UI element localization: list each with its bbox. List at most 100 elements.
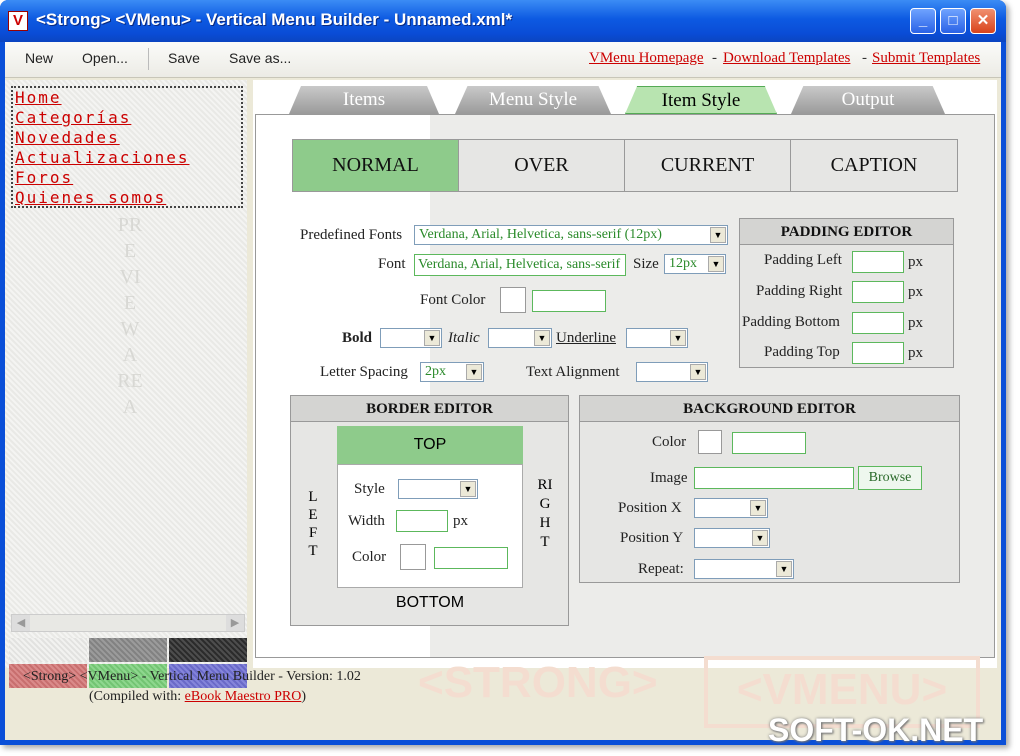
border-color-label: Color (352, 549, 387, 565)
preview-menu-item[interactable]: Foros (13, 168, 241, 188)
chevron-down-icon: ▼ (708, 256, 724, 272)
preview-menu-item[interactable]: Novedades (13, 128, 241, 148)
italic-label: Italic (448, 330, 480, 346)
client-area: New Open... Save Save as... VMenu Homepa… (5, 42, 1001, 740)
bg-color-field[interactable] (732, 432, 806, 454)
chevron-down-icon: ▼ (690, 364, 706, 380)
border-top-selector[interactable]: TOP (337, 426, 523, 464)
bg-position-y-label: Position Y (620, 530, 684, 546)
maximize-icon: □ (948, 12, 958, 29)
px-unit: px (908, 345, 923, 361)
open-button[interactable]: Open... (82, 50, 128, 66)
save-as-button[interactable]: Save as... (229, 50, 291, 66)
px-unit: px (908, 254, 923, 270)
border-editor-title: BORDER EDITOR (291, 396, 568, 422)
scroll-left-icon[interactable]: ◀ (12, 615, 30, 631)
tab-item-style[interactable]: Item Style (625, 86, 777, 114)
chevron-down-icon: ▼ (466, 364, 482, 380)
padding-bottom-label: Padding Bottom (742, 314, 840, 330)
app-icon: V (8, 11, 28, 31)
close-button[interactable]: ✕ (970, 8, 996, 34)
underline-select[interactable]: ▼ (626, 328, 688, 348)
font-label: Font (378, 256, 406, 272)
padding-bottom-field[interactable] (852, 312, 904, 334)
border-left-selector[interactable]: LEFT (305, 488, 321, 560)
preview-menu: Home Categorías Novedades Actualizacione… (11, 86, 243, 208)
bg-color-swatch[interactable] (698, 430, 722, 454)
browse-button[interactable]: Browse (858, 466, 922, 490)
bg-image-field[interactable] (694, 467, 854, 489)
save-button[interactable]: Save (168, 50, 200, 66)
italic-select[interactable]: ▼ (488, 328, 552, 348)
px-unit: px (908, 284, 923, 300)
state-current-button[interactable]: CURRENT (624, 139, 791, 192)
background-swatch[interactable] (9, 638, 87, 662)
preview-menu-item[interactable]: Actualizaciones (13, 148, 241, 168)
bold-select[interactable]: ▼ (380, 328, 442, 348)
brand-watermark: <STRONG> (418, 658, 658, 707)
state-caption-button[interactable]: CAPTION (790, 139, 958, 192)
vmenu-watermark: <VMENU> (736, 665, 948, 714)
new-button[interactable]: New (25, 50, 53, 66)
letter-spacing-select[interactable]: 2px ▼ (420, 362, 484, 382)
predefined-fonts-value: Verdana, Arial, Helvetica, sans-serif (1… (419, 227, 662, 242)
padding-editor-title: PADDING EDITOR (740, 219, 953, 245)
maximize-button[interactable]: □ (940, 8, 966, 34)
download-templates-link[interactable]: Download Templates (723, 50, 850, 67)
chevron-down-icon: ▼ (750, 500, 766, 516)
chevron-down-icon: ▼ (534, 330, 550, 346)
tab-menu-style[interactable]: Menu Style (455, 86, 611, 114)
bg-image-label: Image (650, 470, 688, 486)
state-normal-button[interactable]: NORMAL (292, 139, 459, 192)
horizontal-scrollbar[interactable]: ◀ ▶ (11, 614, 245, 632)
border-properties: Style ▼ Width px Color (337, 464, 523, 588)
underline-label: Underline (556, 330, 616, 346)
toolbar-separator (148, 48, 149, 70)
minimize-button[interactable]: _ (910, 8, 936, 34)
padding-editor: PADDING EDITOR Padding Left px Padding R… (739, 218, 954, 368)
bg-position-y-select[interactable]: ▼ (694, 528, 770, 548)
tab-items[interactable]: Items (289, 86, 439, 114)
border-color-swatch[interactable] (400, 544, 426, 570)
ebook-maestro-link[interactable]: eBook Maestro PRO (185, 689, 302, 704)
predefined-fonts-select[interactable]: Verdana, Arial, Helvetica, sans-serif (1… (414, 225, 728, 245)
size-label: Size (633, 256, 659, 272)
font-color-field[interactable] (532, 290, 606, 312)
padding-top-field[interactable] (852, 342, 904, 364)
border-style-select[interactable]: ▼ (398, 479, 478, 499)
border-color-field[interactable] (434, 547, 508, 569)
px-unit: px (453, 513, 468, 529)
background-swatch[interactable] (169, 638, 247, 662)
padding-left-label: Padding Left (764, 252, 842, 268)
tab-output[interactable]: Output (791, 86, 945, 114)
bg-repeat-select[interactable]: ▼ (694, 559, 794, 579)
text-alignment-select[interactable]: ▼ (636, 362, 708, 382)
font-size-select[interactable]: 12px ▼ (664, 254, 726, 274)
border-bottom-selector[interactable]: BOTTOM (337, 594, 523, 612)
chevron-down-icon: ▼ (752, 530, 768, 546)
chevron-down-icon: ▼ (670, 330, 686, 346)
background-editor: BACKGROUND EDITOR Color Image Browse Pos… (579, 395, 960, 583)
scroll-right-icon[interactable]: ▶ (226, 615, 244, 631)
vmenu-homepage-link[interactable]: VMenu Homepage (589, 50, 704, 67)
padding-left-field[interactable] (852, 251, 904, 273)
font-family-field[interactable]: Verdana, Arial, Helvetica, sans-serif (414, 254, 626, 276)
font-color-label: Font Color (420, 292, 486, 308)
preview-menu-item[interactable]: Home (13, 88, 241, 108)
preview-menu-item[interactable]: Categorías (13, 108, 241, 128)
chevron-down-icon: ▼ (460, 481, 476, 497)
submit-templates-link[interactable]: Submit Templates (872, 50, 980, 67)
editor-area: Items Menu Style Item Style Output NORMA… (253, 80, 997, 668)
padding-right-field[interactable] (852, 281, 904, 303)
border-width-field[interactable] (396, 510, 448, 532)
title-bar[interactable]: V <Strong> <VMenu> - Vertical Menu Build… (0, 0, 1006, 42)
bg-position-x-select[interactable]: ▼ (694, 498, 768, 518)
background-swatch[interactable] (89, 638, 167, 662)
preview-menu-item[interactable]: Quienes somos (13, 188, 241, 208)
state-over-button[interactable]: OVER (458, 139, 625, 192)
border-right-selector[interactable]: RIGHT (537, 476, 553, 552)
font-color-swatch[interactable] (500, 287, 526, 313)
text-alignment-label: Text Alignment (526, 364, 620, 380)
chevron-down-icon: ▼ (424, 330, 440, 346)
border-width-label: Width (348, 513, 385, 529)
